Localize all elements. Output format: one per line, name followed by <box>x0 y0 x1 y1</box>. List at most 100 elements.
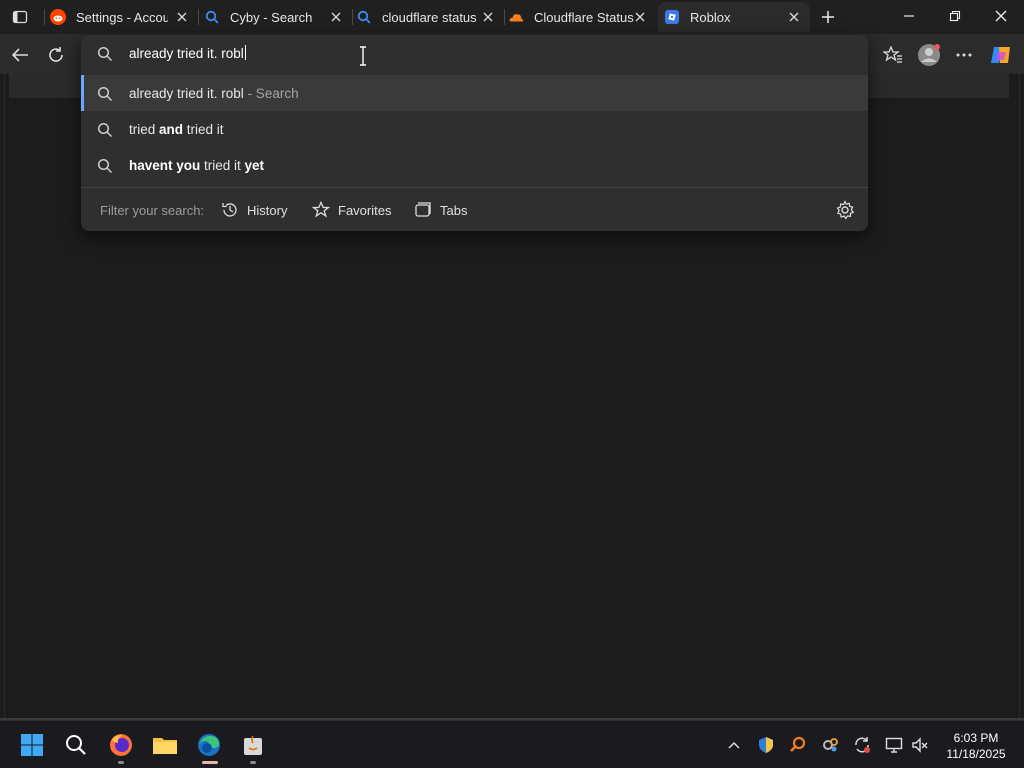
clock-time: 6:03 PM <box>953 731 999 745</box>
sync-icon <box>855 737 870 753</box>
gear-icon <box>836 200 855 220</box>
star-icon <box>312 201 330 218</box>
filter-favorites-button[interactable]: Favorites <box>312 199 391 221</box>
taskbar-search-button[interactable] <box>62 731 90 759</box>
close-tab-icon[interactable] <box>480 9 496 25</box>
java-icon <box>244 735 262 755</box>
close-tab-icon[interactable] <box>174 9 190 25</box>
copilot-icon <box>991 47 1010 63</box>
suggestion-text: already tried it. robl - Search <box>129 86 299 101</box>
speaker-muted-icon <box>912 737 928 753</box>
refresh-icon <box>49 47 63 62</box>
favorites-star-icon <box>883 46 902 63</box>
tab-actions-icon <box>12 10 28 24</box>
active-indicator <box>202 761 218 764</box>
close-tab-icon[interactable] <box>632 9 648 25</box>
tray-sync[interactable] <box>851 734 873 756</box>
search-icon <box>204 9 220 25</box>
tab-title: Cloudflare Status <box>534 9 634 25</box>
tab-strip: Settings - Accour Cyby - Search cloudfla… <box>0 0 1024 34</box>
tray-sound[interactable] <box>909 734 931 756</box>
more-dots-icon <box>956 53 972 57</box>
back-button[interactable] <box>7 42 33 68</box>
tab-title: cloudflare status <box>382 9 477 25</box>
close-window-button[interactable] <box>986 4 1016 28</box>
search-icon <box>97 158 113 174</box>
filter-history-button[interactable]: History <box>221 199 287 221</box>
search-icon <box>66 735 86 755</box>
tab-cloudflare-search[interactable]: cloudflare status <box>356 2 504 32</box>
reddit-icon <box>50 9 66 25</box>
folder-icon <box>153 738 177 754</box>
copilot-button[interactable] <box>988 42 1014 68</box>
java-app-button[interactable] <box>239 731 267 759</box>
tab-settings[interactable]: Settings - Accour <box>50 2 198 32</box>
tab-actions-button[interactable] <box>6 5 34 29</box>
history-icon <box>222 203 237 217</box>
suggestion-item[interactable]: already tried it. robl - Search <box>81 75 868 111</box>
profile-button[interactable] <box>916 42 942 68</box>
restore-icon <box>949 10 961 22</box>
restore-button[interactable] <box>940 4 970 28</box>
tab-title: Roblox <box>690 9 731 25</box>
chevron-up-icon <box>728 741 740 749</box>
more-options-button[interactable] <box>951 42 977 68</box>
minimize-button[interactable] <box>894 4 924 28</box>
search-filter-bar: Filter your search: History Favorites Ta… <box>81 188 868 231</box>
tray-search-app[interactable] <box>787 734 809 756</box>
search-icon <box>97 46 113 62</box>
tab-separator <box>44 9 45 25</box>
search-settings-button[interactable] <box>835 200 855 220</box>
shield-icon <box>759 737 773 753</box>
edge-icon <box>198 734 220 756</box>
tray-display[interactable] <box>883 734 905 756</box>
tab-roblox[interactable]: Roblox <box>658 2 810 32</box>
filter-tabs-button[interactable]: Tabs <box>414 199 467 221</box>
suggestion-item[interactable]: tried and tried it <box>81 111 868 147</box>
address-input[interactable]: already tried it. robl <box>129 45 729 63</box>
new-tab-button[interactable] <box>816 5 840 29</box>
start-button[interactable] <box>18 731 46 759</box>
suggestion-text: tried and tried it <box>129 122 224 137</box>
gears-icon <box>823 738 838 752</box>
favorites-button[interactable] <box>880 42 906 68</box>
tray-defender[interactable] <box>755 734 777 756</box>
search-icon <box>97 86 113 102</box>
address-bar[interactable]: already tried it. robl <box>81 35 868 73</box>
filter-label: Filter your search: <box>100 203 205 218</box>
tab-separator <box>504 9 505 25</box>
search-icon <box>356 9 372 25</box>
tab-title: Settings - Accour <box>76 9 168 25</box>
avatar-icon <box>918 44 940 66</box>
system-clock[interactable]: 6:03 PM 11/18/2025 <box>940 730 1012 762</box>
close-tab-icon[interactable] <box>786 9 802 25</box>
edge-button[interactable] <box>195 731 223 759</box>
close-icon <box>995 10 1007 22</box>
suggestion-text: havent you tried it yet <box>129 158 265 173</box>
back-arrow-icon <box>11 48 28 62</box>
firefox-icon <box>110 734 132 756</box>
show-hidden-icons-button[interactable] <box>723 734 745 756</box>
suggestion-item[interactable]: havent you tried it yet <box>81 147 868 183</box>
search-icon <box>97 122 113 138</box>
close-tab-icon[interactable] <box>328 9 344 25</box>
address-bar-dropdown: already tried it. robl already tried it.… <box>81 35 868 231</box>
firefox-button[interactable] <box>107 731 135 759</box>
running-indicator <box>118 761 124 764</box>
monitor-icon <box>885 737 903 753</box>
tab-cloudflare-status[interactable]: Cloudflare Status <box>508 2 656 32</box>
minimize-icon <box>904 15 914 17</box>
tab-separator <box>198 9 199 25</box>
clock-date: 11/18/2025 <box>946 747 1006 761</box>
tray-settings-app[interactable] <box>819 734 841 756</box>
file-explorer-button[interactable] <box>151 731 179 759</box>
tabs-icon <box>415 202 431 217</box>
magnifier-icon <box>790 736 806 752</box>
cloudflare-icon <box>508 9 524 25</box>
refresh-button[interactable] <box>43 42 69 68</box>
tab-title: Cyby - Search <box>230 9 313 25</box>
running-indicator <box>250 761 256 764</box>
text-cursor-icon <box>360 46 366 66</box>
tab-cyby-search[interactable]: Cyby - Search <box>204 2 352 32</box>
tab-separator <box>352 9 353 25</box>
